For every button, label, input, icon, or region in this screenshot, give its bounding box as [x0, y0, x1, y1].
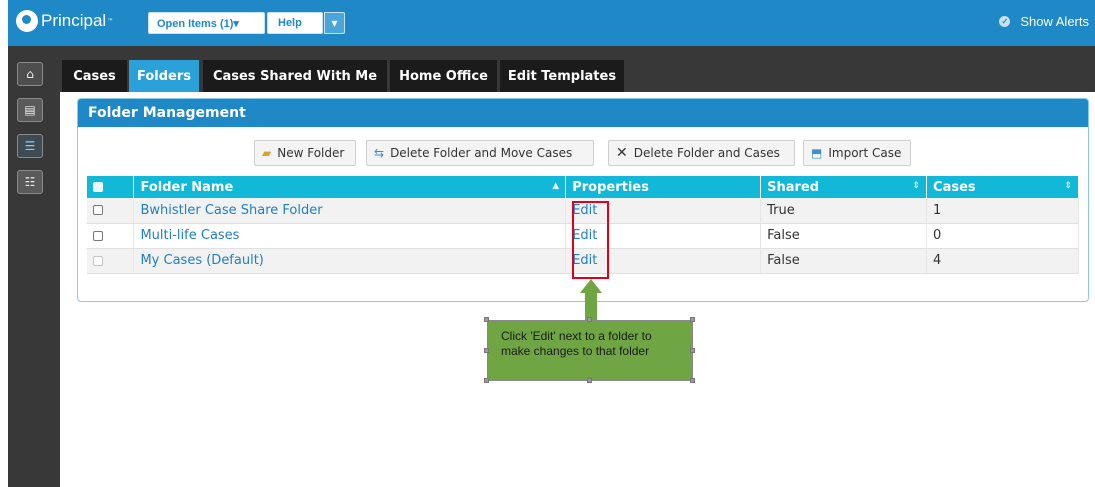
delete-folder-and-cases-button[interactable]: ✕ Delete Folder and Cases: [608, 140, 795, 166]
sort-icon: ⇕: [912, 181, 921, 191]
annotation-arrow-shaft: [585, 292, 597, 320]
help-button[interactable]: Help: [267, 12, 323, 34]
tab-cases-shared-with-me[interactable]: Cases Shared With Me: [203, 60, 387, 92]
column-folder-name[interactable]: Folder Name ▲: [133, 176, 567, 198]
tab-edit-templates[interactable]: Edit Templates: [500, 60, 624, 92]
resize-handle: [484, 317, 489, 322]
delete-move-label: Delete Folder and Move Cases: [390, 146, 573, 160]
import-case-button[interactable]: ⬒ Import Case: [803, 140, 911, 166]
help-dropdown-caret-icon[interactable]: ▼: [324, 12, 345, 34]
home-icon[interactable]: ⌂: [17, 62, 43, 86]
tab-folders[interactable]: Folders: [129, 60, 199, 92]
resize-handle: [587, 317, 592, 322]
new-folder-button[interactable]: ▰ New Folder: [254, 140, 356, 166]
folder-name-link[interactable]: My Cases (Default): [133, 248, 567, 274]
folder-tree-icon[interactable]: ☰: [17, 134, 43, 158]
cases-count: 1: [926, 198, 1079, 224]
principal-logo-icon: [16, 10, 38, 32]
import-case-label: Import Case: [828, 146, 902, 160]
folder-name-link[interactable]: Bwhistler Case Share Folder: [133, 198, 567, 224]
person-list-icon[interactable]: ☷: [17, 170, 43, 194]
resize-handle: [690, 348, 695, 353]
row-select-cell: [87, 198, 135, 224]
sort-icon: ⇕: [1064, 181, 1072, 191]
annotation-callout: Click 'Edit' next to a folder to make ch…: [487, 320, 693, 381]
column-cases[interactable]: Cases ⇕: [926, 176, 1079, 198]
cases-count: 0: [926, 223, 1079, 249]
folder-icon: ▰: [262, 146, 272, 160]
select-all-checkbox[interactable]: [93, 182, 103, 192]
resize-handle: [690, 378, 695, 383]
row-checkbox[interactable]: [93, 205, 103, 216]
row-checkbox[interactable]: [93, 230, 103, 241]
tab-cases[interactable]: Cases: [62, 60, 127, 92]
panel-title: Folder Management: [78, 99, 1088, 127]
left-rail: ⌂ ▤ ☰ ☷: [8, 46, 60, 487]
annotation-arrow-head: [580, 279, 602, 293]
resize-handle: [587, 378, 592, 383]
resize-handle: [484, 378, 489, 383]
trademark: ™: [107, 17, 114, 25]
folder-toolbar: ▰ New Folder ⇆ Delete Folder and Move Ca…: [78, 140, 1088, 166]
delete-folder-move-cases-button[interactable]: ⇆ Delete Folder and Move Cases: [366, 140, 594, 166]
row-select-cell: [87, 248, 135, 274]
column-properties: Properties: [565, 176, 762, 198]
column-shared[interactable]: Shared ⇕: [760, 176, 928, 198]
shared-value: False: [760, 223, 928, 249]
delete-cases-label: Delete Folder and Cases: [633, 146, 780, 160]
select-all-header[interactable]: [87, 176, 135, 198]
edit-links-highlight: [572, 201, 609, 279]
row-select-cell: [87, 223, 135, 249]
principal-logo[interactable]: Principal ™: [16, 10, 113, 32]
add-document-icon[interactable]: ▤: [17, 98, 43, 122]
close-icon: ✕: [616, 145, 628, 161]
open-items-button[interactable]: Open Items (1)▾: [148, 12, 265, 34]
brand-name: Principal: [41, 11, 107, 30]
cases-count: 4: [926, 248, 1079, 274]
alert-check-icon: ✓: [999, 16, 1011, 27]
show-alerts-link[interactable]: ✓ Show Alerts: [999, 14, 1089, 29]
resize-handle: [690, 317, 695, 322]
row-checkbox-disabled: [93, 255, 103, 266]
tab-home-office[interactable]: Home Office: [390, 60, 497, 92]
import-icon: ⬒: [811, 146, 823, 160]
shared-value: True: [760, 198, 928, 224]
tab-bar: Cases Folders Cases Shared With Me Home …: [8, 46, 1095, 92]
show-alerts-label: Show Alerts: [1020, 14, 1089, 29]
top-bar: Principal ™ Open Items (1)▾ Help ▼ ✓ Sho…: [8, 0, 1095, 46]
sort-asc-icon: ▲: [552, 181, 560, 191]
move-folder-icon: ⇆: [374, 146, 385, 160]
folder-name-link[interactable]: Multi-life Cases: [133, 223, 567, 249]
table-header-row: Folder Name ▲ Properties Shared ⇕ Cases ⇕: [87, 176, 1079, 198]
new-folder-label: New Folder: [277, 146, 345, 160]
resize-handle: [484, 348, 489, 353]
shared-value: False: [760, 248, 928, 274]
